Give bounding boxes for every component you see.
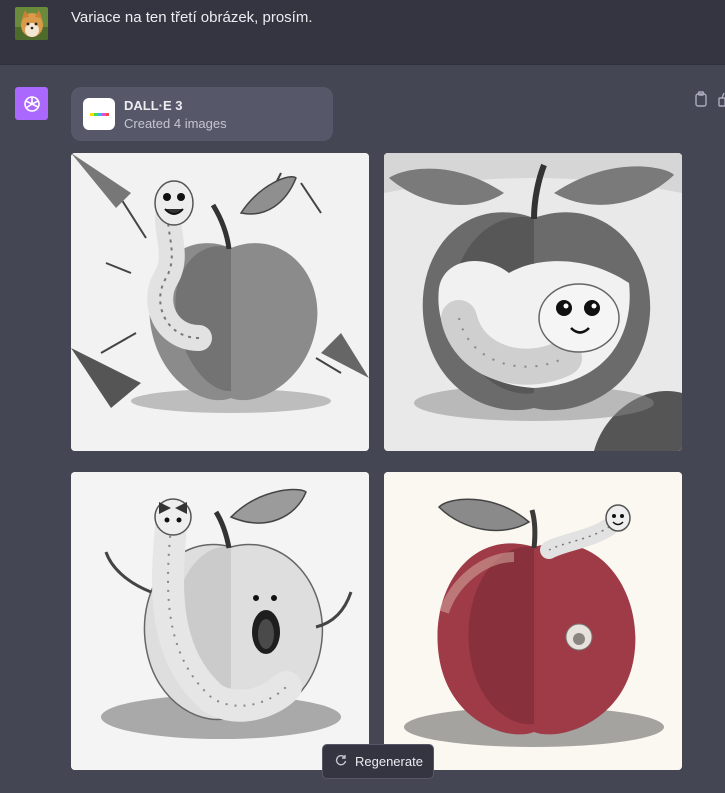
dalle-logo-icon <box>83 98 115 130</box>
regenerate-button[interactable]: Regenerate <box>322 744 434 779</box>
tool-card-title: DALL·E 3 <box>124 98 183 113</box>
chatgpt-logo-icon <box>15 87 48 120</box>
worm-in-apple-drawing <box>71 153 369 451</box>
user-message-row: Variace na ten třetí obrázek, prosím. <box>0 0 725 65</box>
generated-image-4[interactable] <box>384 472 682 770</box>
worm-inside-apple-drawing <box>384 153 682 451</box>
refresh-icon <box>335 754 347 769</box>
generated-image-3[interactable] <box>71 472 369 770</box>
tool-card-subtitle: Created 4 images <box>124 116 227 131</box>
worm-with-bowtie-apple-drawing <box>71 472 369 770</box>
regenerate-label: Regenerate <box>355 754 423 769</box>
thumbs-up-icon[interactable] <box>718 91 725 112</box>
dalle-tool-card[interactable]: DALL·E 3 Created 4 images <box>71 87 333 141</box>
user-avatar <box>15 7 48 40</box>
red-apple-with-worm-drawing <box>384 472 682 770</box>
copy-icon[interactable] <box>694 91 708 112</box>
generated-image-1[interactable] <box>71 153 369 451</box>
user-message-text: Variace na ten třetí obrázek, prosím. <box>71 9 313 26</box>
generated-image-2[interactable] <box>384 153 682 451</box>
